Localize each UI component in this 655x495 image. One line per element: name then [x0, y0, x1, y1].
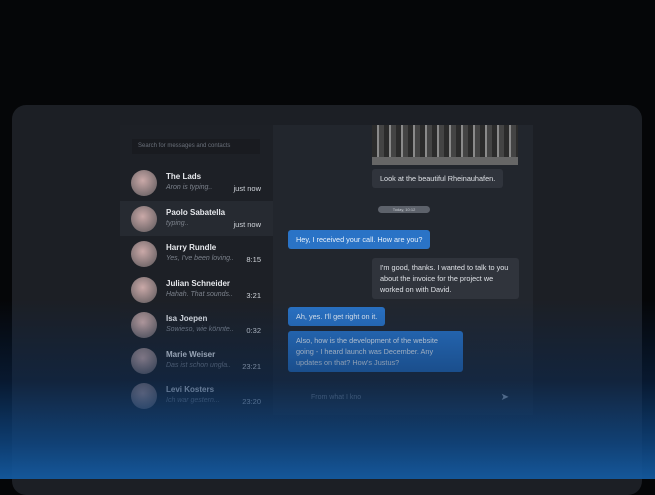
avatar — [131, 312, 157, 338]
avatar — [131, 347, 157, 374]
contact-name: Isa Joepen — [166, 314, 208, 323]
message-time: 23:20 — [242, 397, 261, 406]
chat-panel: Look at the beautiful Rheinauhafen. Toda… — [273, 125, 533, 415]
conversation-item[interactable]: Paolo Sabatella typing.. just now — [120, 200, 273, 236]
message-preview: Aron is typing.. — [166, 184, 213, 191]
contact-name: Julian Schneider — [166, 278, 231, 288]
avatar — [131, 383, 157, 409]
messenger-window: Search for messages and contacts The Lad… — [120, 125, 533, 415]
conversation-item[interactable]: The Lads Aron is typing.. just now — [120, 165, 273, 200]
conversation-item[interactable]: Marie Weiser Das ist schon ungla.. 23:21 — [120, 343, 273, 378]
message-preview: Ich war gestern... — [166, 397, 220, 404]
message-preview: Das ist schon ungla.. — [166, 361, 231, 369]
message-preview: Yes, I've been loving.. — [166, 255, 234, 262]
avatar — [131, 241, 157, 267]
message-time: just now — [233, 184, 261, 193]
search-input[interactable]: Search for messages and contacts — [132, 139, 260, 154]
date-divider: Today, 10:12 — [378, 206, 430, 213]
message-image-caption: Look at the beautiful Rheinauhafen. — [372, 169, 504, 188]
message-time: 8:15 — [246, 255, 261, 264]
conversation-item[interactable]: Julian Schneider Hahah. That sounds.. 3:… — [120, 272, 273, 307]
message-bubble: Also, how is the development of the webs… — [288, 331, 463, 372]
conversation-item[interactable]: Harry Rundle Yes, I've been loving.. 8:1… — [120, 236, 273, 271]
contact-name: Harry Rundle — [166, 243, 217, 252]
conversation-item[interactable]: Isa Joepen Sowieso, wie könnte.. 0:32 — [120, 307, 273, 342]
message-bubble: I'm good, thanks. I wanted to talk to yo… — [372, 258, 519, 299]
avatar — [131, 276, 157, 303]
contact-name: Levi Kosters — [166, 385, 215, 394]
avatar — [131, 170, 157, 196]
conversation-sidebar: Search for messages and contacts The Lad… — [120, 125, 273, 415]
contact-name: Paolo Sabatella — [166, 207, 226, 217]
message-input[interactable]: From what I kno — [285, 389, 520, 407]
message-time: 3:21 — [246, 290, 261, 300]
contact-name: The Lads — [166, 172, 202, 181]
shared-photo[interactable] — [372, 125, 518, 165]
contact-name: Marie Weiser — [166, 349, 216, 359]
send-icon[interactable]: ➤ — [501, 392, 509, 403]
message-time: 23:21 — [242, 361, 261, 371]
message-preview: typing.. — [166, 219, 189, 227]
conversation-item[interactable]: Levi Kosters Ich war gestern... 23:20 — [120, 378, 273, 413]
avatar — [131, 205, 157, 232]
message-time: just now — [233, 219, 261, 229]
message-preview: Sowieso, wie könnte.. — [166, 326, 234, 333]
message-preview: Hahah. That sounds.. — [166, 290, 233, 298]
message-time: 0:32 — [246, 326, 261, 335]
message-bubble: Hey, I received your call. How are you? — [288, 230, 431, 249]
message-bubble: Ah, yes. I'll get right on it. — [288, 307, 386, 326]
